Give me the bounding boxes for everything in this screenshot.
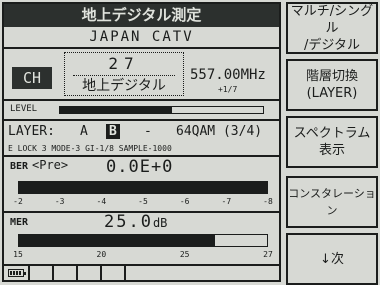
frequency-offset: +1/7: [218, 85, 238, 94]
status-cell: [78, 266, 102, 280]
tick-label: 15: [13, 250, 23, 259]
region-label: JAPAN CATV: [4, 27, 279, 49]
ber-bar-fill: [19, 182, 267, 193]
measurement-screen: 地上デジタル測定 JAPAN CATV CH 27 地上デジタル 557.00M…: [2, 2, 281, 282]
ber-value: 0.0E+0: [106, 157, 174, 177]
multi-single-digital-button[interactable]: マルチ/シングル /デジタル: [286, 2, 378, 54]
battery-cell: [4, 266, 30, 280]
tick-label: 27: [263, 250, 273, 259]
status-cell: [30, 266, 54, 280]
tick-label: 25: [179, 250, 190, 259]
tick-label: -6: [179, 197, 190, 206]
channel-type: 地上デジタル: [82, 78, 166, 94]
layer-option-a: A: [80, 124, 88, 139]
mer-number: 25.0: [104, 212, 153, 232]
ber-sub-label: <Pre>: [32, 158, 69, 172]
channel-center: 27 地上デジタル: [64, 52, 184, 96]
constellation-button[interactable]: コンスタレーション: [286, 176, 378, 228]
frequency-value: 557.00MHz: [190, 67, 266, 83]
lock-details: E LOCK 3 MODE-3 GI-1/8 SAMPLE-1000: [8, 144, 172, 153]
modulation: 64QAM (3/4): [176, 124, 263, 139]
status-cell: [102, 266, 126, 280]
channel-label: CH: [12, 67, 52, 89]
level-bar-fill: [60, 107, 172, 113]
screen-title: 地上デジタル測定: [4, 4, 279, 27]
next-button[interactable]: ↓次: [286, 233, 378, 285]
tick-label: -8: [263, 197, 273, 206]
mer-label: MER: [10, 217, 29, 228]
spectrum-display-button[interactable]: スペクトラム 表示: [286, 116, 378, 168]
status-cell: [54, 266, 78, 280]
status-bar: [4, 264, 279, 280]
layer-switch-button[interactable]: 階層切換 (LAYER): [286, 59, 378, 111]
battery-icon: [8, 269, 26, 277]
ber-bar: [18, 181, 268, 194]
mer-unit: dB: [152, 216, 168, 230]
layer-row: LAYER: A B - 64QAM (3/4): [8, 124, 278, 144]
channel-number: 27: [108, 54, 140, 73]
ber-label: BER: [10, 161, 29, 172]
softkey-panel: マルチ/シングル /デジタル 階層切換 (LAYER) スペクトラム 表示 コン…: [286, 2, 378, 285]
layer-option-c: -: [144, 124, 152, 139]
level-bar: [59, 106, 264, 114]
tick-label: -4: [96, 197, 107, 206]
tick-label: -2: [13, 197, 23, 206]
layer-option-b-selected: B: [106, 124, 120, 139]
tick-label: -7: [221, 197, 232, 206]
mer-value: 25.0dB: [104, 212, 167, 232]
layer-label: LAYER:: [8, 124, 55, 139]
mer-bar: [18, 234, 268, 247]
channel-row: CH 27 地上デジタル 557.00MHz +1/7: [4, 49, 279, 101]
mer-bar-fill: [19, 235, 215, 246]
tick-label: 20: [96, 250, 107, 259]
ber-row: BER <Pre> 0.0E+0 -2 -3 -4 -5 -6 -7 -8: [4, 157, 279, 212]
tick-label: -5: [138, 197, 148, 206]
tick-label: -3: [54, 197, 65, 206]
mer-row: MER 25.0dB 15 20 25 27: [4, 212, 279, 262]
level-row: LEVEL: [4, 101, 279, 121]
level-label: LEVEL: [10, 104, 38, 114]
